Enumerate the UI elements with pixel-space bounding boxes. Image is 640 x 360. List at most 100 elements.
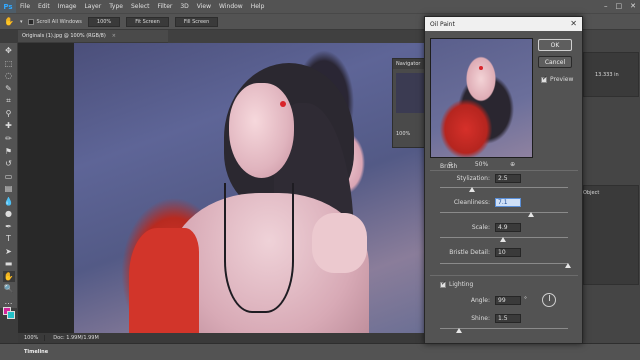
tool-preset-dropdown-icon[interactable]: ▾ bbox=[20, 19, 23, 25]
preview-option[interactable]: Preview bbox=[541, 75, 573, 83]
lasso-tool-icon[interactable]: ◌ bbox=[3, 70, 15, 82]
document-tab[interactable]: Originals (1).jpg @ 100% (RGB/8) × bbox=[18, 30, 168, 43]
preview-checkbox[interactable] bbox=[541, 75, 547, 83]
shine-slider-thumb[interactable] bbox=[456, 328, 463, 333]
scale-label: Scale: bbox=[471, 224, 490, 231]
lighting-checkbox[interactable] bbox=[440, 280, 446, 288]
marquee-tool-icon[interactable]: ⬚ bbox=[3, 58, 15, 70]
menu-window[interactable]: Window bbox=[215, 3, 247, 10]
navigator-panel: Navigator 100% bbox=[392, 58, 426, 148]
tools-panel: ✥ ⬚ ◌ ✎ ⌗ ⚲ ✚ ✏ ⚑ ↺ ▭ ▤ 💧 ● ✒ T ➤ ▬ ✋ 🔍 … bbox=[0, 43, 18, 319]
status-doc-size: Doc: 1.99M/1.99M bbox=[53, 335, 99, 341]
zoom-tool-icon[interactable]: 🔍 bbox=[3, 283, 15, 295]
stylization-slider[interactable] bbox=[440, 187, 568, 188]
scale-input[interactable]: 4.9 bbox=[495, 223, 521, 232]
document-tab-title: Originals (1).jpg @ 100% (RGB/8) bbox=[22, 33, 106, 39]
brush-group-label: Brush bbox=[440, 163, 458, 170]
scroll-all-windows-checkbox[interactable] bbox=[28, 18, 35, 25]
background-color-swatch[interactable] bbox=[7, 311, 15, 319]
scale-slider-thumb[interactable] bbox=[499, 237, 506, 242]
fit-screen-button[interactable]: Fit Screen bbox=[126, 16, 169, 27]
menu-select[interactable]: Select bbox=[127, 3, 154, 10]
timeline-panel[interactable]: Timeline bbox=[0, 343, 640, 360]
bristle-detail-slider-thumb[interactable] bbox=[565, 263, 571, 268]
menu-file[interactable]: File bbox=[16, 3, 34, 10]
crop-tool-icon[interactable]: ⌗ bbox=[3, 95, 15, 107]
menu-image[interactable]: Image bbox=[54, 3, 81, 10]
path-select-tool-icon[interactable]: ➤ bbox=[3, 246, 15, 258]
gradient-tool-icon[interactable]: ▤ bbox=[3, 183, 15, 195]
menu-filter[interactable]: Filter bbox=[154, 3, 177, 10]
quick-select-tool-icon[interactable]: ✎ bbox=[3, 83, 15, 95]
eyedropper-tool-icon[interactable]: ⚲ bbox=[3, 108, 15, 120]
hand-tool-icon[interactable]: ✋ bbox=[2, 270, 15, 283]
photo-hand bbox=[312, 213, 367, 273]
photo-bindi bbox=[280, 101, 286, 107]
navigator-title: Navigator bbox=[393, 59, 425, 69]
menu-type[interactable]: Type bbox=[105, 3, 127, 10]
navigator-thumbnail[interactable] bbox=[396, 73, 424, 113]
menu-help[interactable]: Help bbox=[247, 3, 269, 10]
blur-tool-icon[interactable]: 💧 bbox=[3, 195, 15, 207]
cancel-button[interactable]: Cancel bbox=[538, 56, 572, 68]
cleanliness-input[interactable]: 7.1 bbox=[495, 198, 521, 207]
scroll-all-windows-option[interactable]: Scroll All Windows bbox=[28, 18, 82, 25]
photoshop-logo: Ps bbox=[0, 0, 16, 13]
menu-bar: Ps File Edit Image Layer Type Select Fil… bbox=[0, 0, 640, 13]
menu-layer[interactable]: Layer bbox=[80, 3, 105, 10]
history-brush-tool-icon[interactable]: ↺ bbox=[3, 158, 15, 170]
menu-view[interactable]: View bbox=[193, 3, 215, 10]
lighting-label: Lighting bbox=[449, 281, 474, 288]
filter-preview[interactable] bbox=[430, 38, 533, 158]
more-tools-icon[interactable]: … bbox=[3, 296, 15, 308]
menu-edit[interactable]: Edit bbox=[34, 3, 54, 10]
bristle-detail-slider[interactable] bbox=[440, 263, 568, 264]
dodge-tool-icon[interactable]: ● bbox=[3, 208, 15, 220]
pen-tool-icon[interactable]: ✒ bbox=[3, 220, 15, 232]
lighting-option[interactable]: Lighting bbox=[440, 280, 474, 288]
maximize-button[interactable]: □ bbox=[616, 2, 623, 10]
angle-dial-icon[interactable] bbox=[542, 293, 556, 307]
close-document-icon[interactable]: × bbox=[112, 33, 116, 39]
zoom-100-button[interactable]: 100% bbox=[87, 16, 121, 27]
bristle-detail-input[interactable]: 10 bbox=[495, 248, 521, 257]
move-tool-icon[interactable]: ✥ bbox=[3, 45, 15, 57]
oil-painted-photo bbox=[74, 43, 429, 333]
healing-brush-tool-icon[interactable]: ✚ bbox=[3, 120, 15, 132]
oil-paint-dialog: Oil Paint ✕ ⊖ 50% ⊕ OK Cancel Preview Br… bbox=[424, 16, 583, 344]
ok-button[interactable]: OK bbox=[538, 39, 572, 51]
stylization-slider-thumb[interactable] bbox=[469, 187, 475, 192]
zoom-in-icon[interactable]: ⊕ bbox=[510, 161, 515, 168]
stylization-label: Stylization: bbox=[456, 175, 490, 182]
photoshop-window: Ps File Edit Image Layer Type Select Fil… bbox=[0, 0, 640, 360]
brush-tool-icon[interactable]: ✏ bbox=[3, 133, 15, 145]
clone-stamp-tool-icon[interactable]: ⚑ bbox=[3, 145, 15, 157]
timeline-label: Timeline bbox=[24, 349, 49, 355]
info-width-value: 13.333 in bbox=[595, 72, 619, 78]
properties-panel bbox=[583, 185, 639, 285]
dialog-title: Oil Paint bbox=[430, 20, 455, 28]
minimize-button[interactable]: – bbox=[604, 2, 608, 10]
lighting-separator bbox=[430, 275, 578, 276]
brush-separator bbox=[430, 170, 578, 171]
dialog-close-icon[interactable]: ✕ bbox=[570, 19, 577, 28]
photo-face bbox=[229, 83, 294, 178]
status-zoom[interactable]: 100% bbox=[18, 335, 46, 341]
cleanliness-slider[interactable] bbox=[440, 212, 568, 213]
shine-input[interactable]: 1.5 bbox=[495, 314, 521, 323]
stylization-input[interactable]: 2.5 bbox=[495, 174, 521, 183]
bristle-detail-label: Bristle Detail: bbox=[449, 249, 490, 256]
angle-input[interactable]: 99 bbox=[495, 296, 521, 305]
menu-3d[interactable]: 3D bbox=[176, 3, 192, 10]
navigator-zoom[interactable]: 100% bbox=[396, 131, 410, 137]
photo-red-sari bbox=[129, 228, 199, 333]
eraser-tool-icon[interactable]: ▭ bbox=[3, 170, 15, 182]
fill-screen-button[interactable]: Fill Screen bbox=[174, 16, 219, 27]
type-tool-icon[interactable]: T bbox=[3, 233, 15, 245]
close-window-button[interactable]: ✕ bbox=[630, 2, 636, 10]
shape-tool-icon[interactable]: ▬ bbox=[3, 258, 15, 270]
cleanliness-slider-thumb[interactable] bbox=[527, 212, 534, 217]
dialog-titlebar: Oil Paint ✕ bbox=[425, 17, 582, 31]
preview-bindi bbox=[479, 66, 483, 70]
preview-zoom-level: 50% bbox=[474, 161, 489, 168]
